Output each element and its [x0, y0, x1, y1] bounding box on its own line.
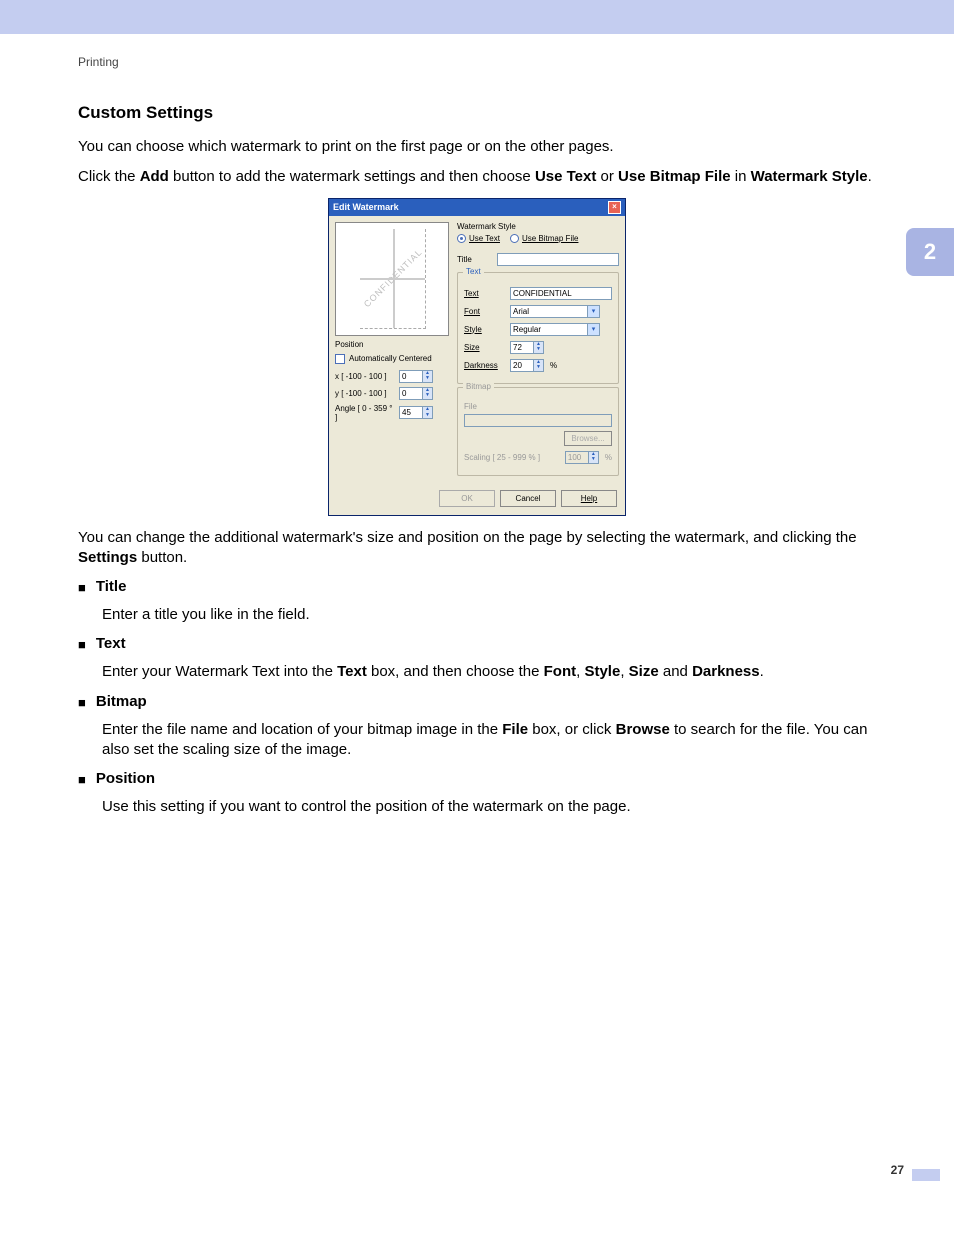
- spinner-buttons[interactable]: ▲▼: [533, 360, 543, 371]
- close-icon[interactable]: ×: [608, 201, 621, 214]
- spinner-buttons[interactable]: ▲▼: [533, 342, 543, 353]
- bold-watermark-style: Watermark Style: [751, 168, 868, 185]
- bullet-position-head: Position: [96, 770, 155, 787]
- dialog-title: Edit Watermark: [333, 202, 399, 212]
- title-field-label: Title: [457, 255, 491, 264]
- cancel-button[interactable]: Cancel: [500, 490, 556, 507]
- use-bitmap-label: Use Bitmap File: [522, 234, 578, 243]
- font-value: Arial: [511, 306, 587, 317]
- size-value: 72: [511, 342, 533, 353]
- text-input[interactable]: CONFIDENTIAL: [510, 287, 612, 300]
- file-input: [464, 414, 612, 427]
- darkness-value: 20: [511, 360, 533, 371]
- darkness-label: Darkness: [464, 361, 504, 370]
- chevron-down-icon[interactable]: ▾: [587, 306, 599, 317]
- use-text-label: Use Text: [469, 234, 500, 243]
- bullet-bitmap-body: Enter the file name and location of your…: [102, 720, 876, 761]
- pos-y-label: y [ -100 - 100 ]: [335, 389, 395, 398]
- position-label: Position: [335, 340, 451, 349]
- intro-paragraph-2: Click the Add button to add the watermar…: [78, 167, 876, 187]
- use-text-radio[interactable]: Use Text: [457, 234, 500, 243]
- bold-add: Add: [140, 168, 169, 185]
- pos-y-spinner[interactable]: 0 ▲▼: [399, 387, 433, 400]
- use-bitmap-radio[interactable]: Use Bitmap File: [510, 234, 578, 243]
- text: .: [868, 168, 872, 185]
- pos-y-value: 0: [400, 388, 422, 399]
- scaling-value: 100: [566, 452, 588, 463]
- style-value: Regular: [511, 324, 587, 335]
- spinner-buttons[interactable]: ▲▼: [422, 371, 432, 382]
- text: button.: [137, 549, 187, 566]
- watermark-style-label: Watermark Style: [457, 222, 619, 231]
- pos-x-label: x [ -100 - 100 ]: [335, 372, 395, 381]
- darkness-spinner[interactable]: 20▲▼: [510, 359, 544, 372]
- title-input[interactable]: [497, 253, 619, 266]
- preview-watermark-text: CONFIDENTIAL: [361, 247, 423, 309]
- angle-spinner[interactable]: 45 ▲▼: [399, 406, 433, 419]
- auto-center-checkbox[interactable]: [335, 354, 345, 364]
- text: or: [596, 168, 618, 185]
- browse-button: Browse...: [564, 431, 612, 446]
- bullet-icon: ■: [78, 635, 86, 654]
- dialog-titlebar[interactable]: Edit Watermark ×: [329, 199, 625, 216]
- edit-watermark-dialog: Edit Watermark × CONFIDENTIAL Position A…: [328, 198, 626, 516]
- bullet-text-head: Text: [96, 635, 126, 652]
- angle-value: 45: [400, 407, 422, 418]
- font-dropdown[interactable]: Arial▾: [510, 305, 600, 318]
- bullet-text-body: Enter your Watermark Text into the Text …: [102, 662, 876, 682]
- auto-center-label: Automatically Centered: [349, 354, 432, 363]
- text: in: [731, 168, 751, 185]
- page-number: 27: [891, 1163, 904, 1177]
- text-field-label: Text: [464, 289, 504, 298]
- file-label: File: [464, 402, 612, 411]
- bullet-title-body: Enter a title you like in the field.: [102, 605, 876, 625]
- pos-x-spinner[interactable]: 0 ▲▼: [399, 370, 433, 383]
- font-label: Font: [464, 307, 504, 316]
- style-label: Style: [464, 325, 504, 334]
- pos-x-value: 0: [400, 371, 422, 382]
- chevron-down-icon[interactable]: ▾: [587, 324, 599, 335]
- bullet-title-head: Title: [96, 578, 127, 595]
- text: button to add the watermark settings and…: [169, 168, 535, 185]
- size-label: Size: [464, 343, 504, 352]
- page-number-accent: [912, 1169, 940, 1181]
- spinner-buttons[interactable]: ▲▼: [422, 407, 432, 418]
- spinner-buttons: ▲▼: [588, 452, 598, 463]
- bullet-bitmap-head: Bitmap: [96, 693, 147, 710]
- scaling-label: Scaling [ 25 - 999 % ]: [464, 453, 540, 462]
- bold-settings: Settings: [78, 549, 137, 566]
- bullet-position-body: Use this setting if you want to control …: [102, 797, 876, 817]
- bitmap-fieldset: Bitmap File Browse... Scaling [ 25 - 999…: [457, 387, 619, 476]
- page-heading: Custom Settings: [78, 103, 876, 123]
- top-accent-bar: [0, 0, 954, 35]
- bullet-icon: ■: [78, 693, 86, 712]
- text-legend: Text: [463, 267, 484, 276]
- help-button[interactable]: Help: [561, 490, 617, 507]
- scaling-spinner: 100▲▼: [565, 451, 599, 464]
- chapter-tab: 2: [906, 228, 954, 276]
- intro-paragraph-1: You can choose which watermark to print …: [78, 137, 876, 157]
- ok-button[interactable]: OK: [439, 490, 495, 507]
- bold-use-bitmap: Use Bitmap File: [618, 168, 731, 185]
- text: You can change the additional watermark'…: [78, 529, 857, 546]
- darkness-unit: %: [550, 361, 557, 370]
- scaling-unit: %: [605, 453, 612, 462]
- angle-label: Angle [ 0 - 359 ° ]: [335, 404, 395, 422]
- size-spinner[interactable]: 72▲▼: [510, 341, 544, 354]
- text-fieldset: Text Text CONFIDENTIAL Font Arial▾ Style…: [457, 272, 619, 384]
- paragraph-after-dialog: You can change the additional watermark'…: [78, 528, 876, 569]
- watermark-preview: CONFIDENTIAL: [335, 222, 449, 336]
- style-dropdown[interactable]: Regular▾: [510, 323, 600, 336]
- bullet-icon: ■: [78, 578, 86, 597]
- text: Click the: [78, 168, 140, 185]
- bullet-icon: ■: [78, 770, 86, 789]
- spinner-buttons[interactable]: ▲▼: [422, 388, 432, 399]
- bitmap-legend: Bitmap: [463, 382, 494, 391]
- bold-use-text: Use Text: [535, 168, 596, 185]
- section-breadcrumb: Printing: [78, 55, 876, 69]
